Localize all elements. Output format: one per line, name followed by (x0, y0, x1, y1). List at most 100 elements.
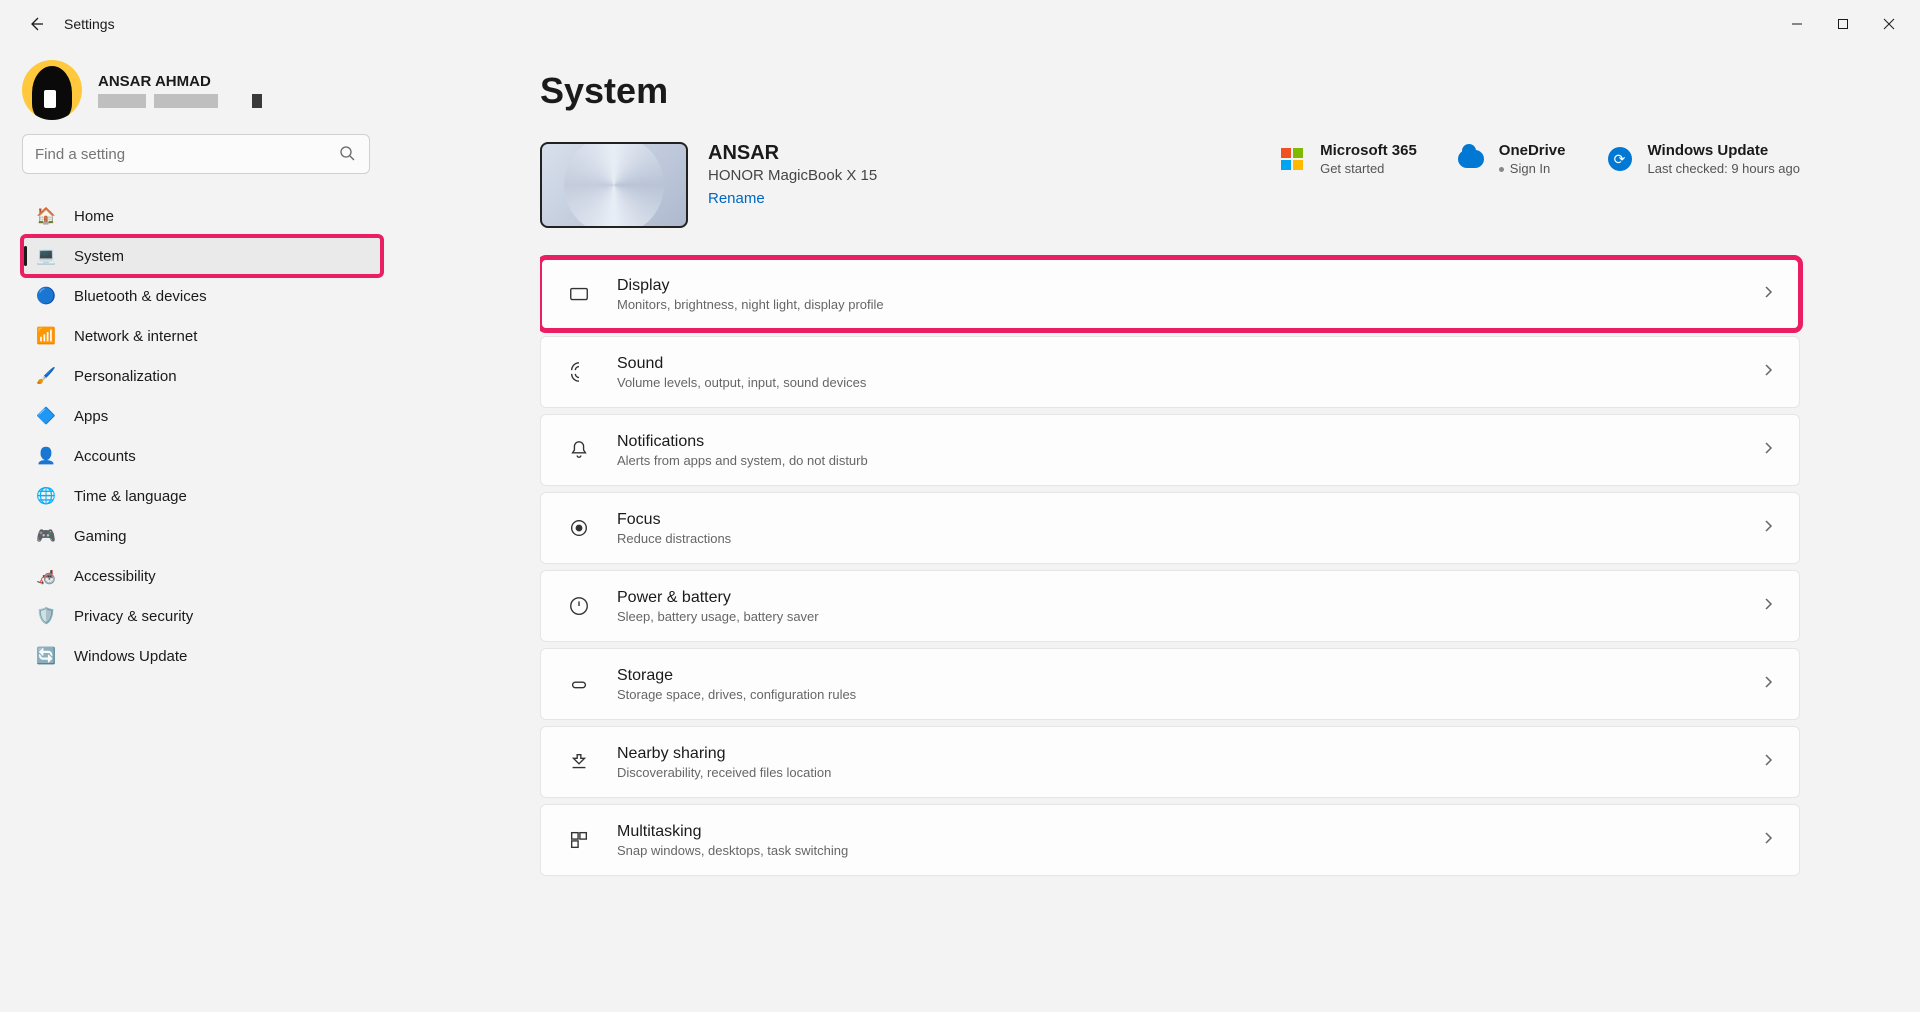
device-info: ANSAR HONOR MagicBook X 15 Rename (708, 142, 877, 208)
sidebar-item-windows-update[interactable]: 🔄 Windows Update (22, 636, 382, 676)
card-subtitle: Snap windows, desktops, task switching (617, 843, 848, 858)
titlebar: Settings (0, 0, 1920, 48)
sidebar-item-personalization[interactable]: 🖌️Personalization (22, 356, 382, 396)
sidebar-item-network-internet[interactable]: 📶Network & internet (22, 316, 382, 356)
power-icon (565, 595, 593, 617)
back-arrow-icon (28, 16, 44, 32)
chevron-right-icon (1761, 519, 1775, 538)
tile-sub: Last checked: 9 hours ago (1648, 161, 1801, 176)
search-input[interactable] (35, 146, 339, 163)
settings-card-storage[interactable]: Storage Storage space, drives, configurat… (540, 648, 1800, 720)
display-icon (565, 283, 593, 305)
sidebar-item-accounts[interactable]: 👤 Accounts (22, 436, 382, 476)
sidebar-item-bluetooth-devices[interactable]: 🔵 Bluetooth & devices (22, 276, 382, 316)
nav-icon: 🔷 (36, 406, 56, 426)
tile-title: Microsoft 365 (1320, 142, 1417, 159)
nav-label: Personalization (74, 368, 177, 385)
card-title: Sound (617, 355, 866, 373)
nav-icon: 🏠 (36, 206, 56, 226)
card-subtitle: Sleep, battery usage, battery saver (617, 609, 819, 624)
nav-label: Accessibility (74, 568, 156, 585)
nav-label: Windows Update (74, 648, 187, 665)
card-title: Multitasking (617, 823, 848, 841)
windows-update-icon: ⟳ (1606, 145, 1634, 173)
tile-windows-update[interactable]: ⟳ Windows Update Last checked: 9 hours ag… (1606, 142, 1801, 176)
sidebar-item-system[interactable]: 💻System (22, 236, 382, 276)
nav-icon: 👤 (36, 446, 56, 466)
sidebar-item-time-language[interactable]: 🌐 Time & language (22, 476, 382, 516)
search-box[interactable] (22, 134, 370, 174)
settings-card-sound[interactable]: SoundVolume levels, output, input, sound… (540, 336, 1800, 408)
card-subtitle: Storage space, drives, configuration rul… (617, 687, 856, 702)
settings-card-focus[interactable]: FocusReduce distractions (540, 492, 1800, 564)
nav-icon: 🔵 (36, 286, 56, 306)
tile-title: Windows Update (1648, 142, 1801, 159)
chevron-right-icon (1761, 675, 1775, 694)
card-subtitle: Alerts from apps and system, do not dist… (617, 453, 868, 468)
settings-card-nearby-sharing[interactable]: Nearby sharingDiscoverability, received … (540, 726, 1800, 798)
device-header-row: ANSAR HONOR MagicBook X 15 Rename Micros… (540, 142, 1800, 228)
chevron-right-icon (1761, 363, 1775, 382)
nav-label: System (74, 248, 124, 265)
sidebar-item-apps[interactable]: 🔷Apps (22, 396, 382, 436)
profile-block[interactable]: ANSAR AHMAD (22, 60, 382, 120)
card-subtitle: Discoverability, received files location (617, 765, 831, 780)
microsoft-logo-icon (1278, 145, 1306, 173)
nav-label: Home (74, 208, 114, 225)
settings-card-display[interactable]: DisplayMonitors, brightness, night light… (540, 258, 1800, 330)
nav-icon: 🌐 (36, 486, 56, 506)
sidebar-item-accessibility[interactable]: 🦽 Accessibility (22, 556, 382, 596)
nav-label: Accounts (74, 448, 136, 465)
redacted-text (252, 94, 262, 108)
avatar (22, 60, 82, 120)
nearby-sharing-icon (565, 751, 593, 773)
card-title: Focus (617, 511, 731, 529)
redacted-text (98, 94, 146, 108)
close-button[interactable] (1866, 8, 1912, 40)
device-model: HONOR MagicBook X 15 (708, 167, 877, 184)
tile-title: OneDrive (1499, 142, 1566, 159)
settings-card-power-battery[interactable]: Power & battery Sleep, battery usage, bat… (540, 570, 1800, 642)
sidebar-item-privacy-security[interactable]: 🛡️Privacy & security (22, 596, 382, 636)
settings-cards: DisplayMonitors, brightness, night light… (540, 258, 1800, 876)
main-content: System ANSAR HONOR MagicBook X 15 Rename… (540, 56, 1894, 1012)
nav-icon: 🔄 (36, 646, 56, 666)
app-title: Settings (64, 16, 115, 32)
search-icon (339, 145, 357, 163)
sound-icon (565, 361, 593, 383)
nav-label: Privacy & security (74, 608, 193, 625)
rename-link[interactable]: Rename (708, 190, 765, 207)
chevron-right-icon (1761, 285, 1775, 304)
redacted-text (154, 94, 218, 108)
focus-icon (565, 517, 593, 539)
nav-icon: 🦽 (36, 566, 56, 586)
maximize-button[interactable] (1820, 8, 1866, 40)
chevron-right-icon (1761, 753, 1775, 772)
sidebar: ANSAR AHMAD 🏠 Home 💻System 🔵 Bluetooth & dev… (22, 60, 382, 676)
settings-card-notifications[interactable]: NotificationsAlerts from apps and system… (540, 414, 1800, 486)
device-thumbnail[interactable] (540, 142, 688, 228)
settings-card-multitasking[interactable]: Multitasking Snap windows, desktops, task… (540, 804, 1800, 876)
onedrive-icon (1457, 145, 1485, 173)
nav-label: Gaming (74, 528, 127, 545)
minimize-button[interactable] (1774, 8, 1820, 40)
chevron-right-icon (1761, 597, 1775, 616)
back-button[interactable] (16, 4, 56, 44)
tile-sub: Sign In (1499, 161, 1566, 176)
card-title: Power & battery (617, 589, 819, 607)
card-title: Storage (617, 667, 856, 685)
tile-onedrive[interactable]: OneDrive Sign In (1457, 142, 1566, 176)
sidebar-item-home[interactable]: 🏠 Home (22, 196, 382, 236)
sidebar-item-gaming[interactable]: 🎮Gaming (22, 516, 382, 556)
nav-label: Bluetooth & devices (74, 288, 207, 305)
profile-name: ANSAR AHMAD (98, 73, 262, 90)
notifications-icon (565, 439, 593, 461)
nav-list: 🏠 Home 💻System 🔵 Bluetooth & devices 📶Network… (22, 196, 382, 676)
nav-label: Time & language (74, 488, 187, 505)
storage-icon (565, 673, 593, 695)
profile-email (98, 94, 262, 108)
header-tiles: Microsoft 365Get started OneDrive Sign In… (1278, 142, 1800, 176)
nav-label: Network & internet (74, 328, 197, 345)
chevron-right-icon (1761, 831, 1775, 850)
tile-microsoft-365[interactable]: Microsoft 365Get started (1278, 142, 1417, 176)
